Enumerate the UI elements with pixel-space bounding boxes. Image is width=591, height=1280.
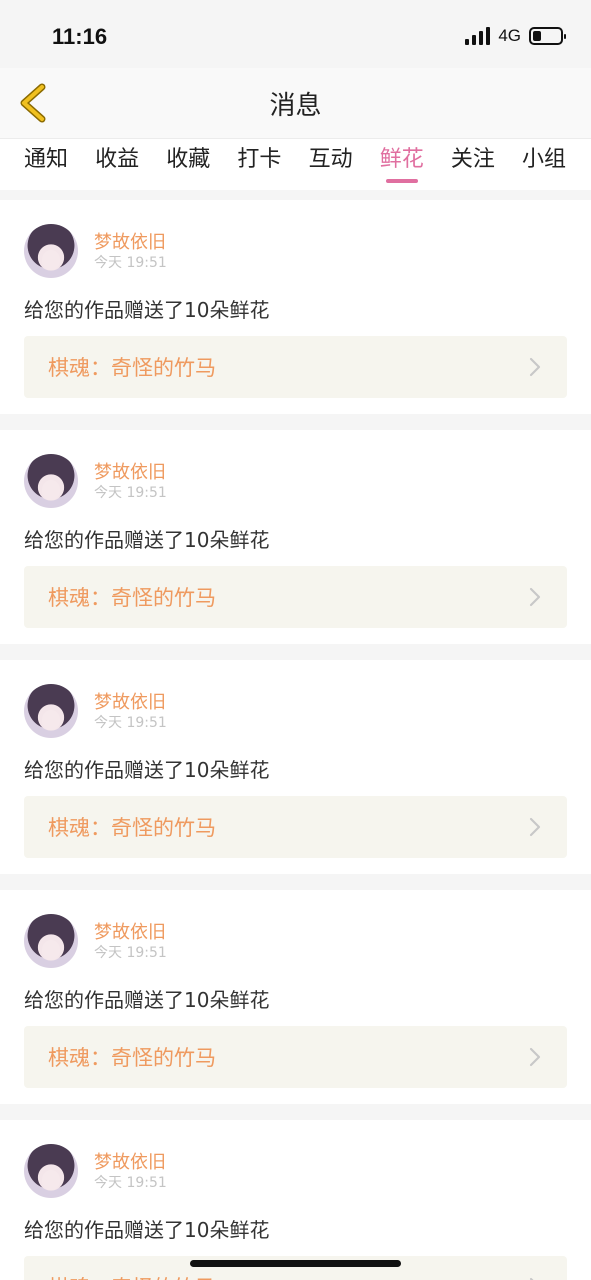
message-time: 今天 19:51 bbox=[94, 715, 167, 731]
page-title: 消息 bbox=[269, 90, 322, 121]
message-text: 给您的作品赠送了10朵鲜花 bbox=[24, 1218, 270, 1242]
tab-6[interactable]: 关注 bbox=[451, 145, 495, 185]
tab-2[interactable]: 收藏 bbox=[166, 145, 210, 185]
message-list: 梦故依旧 今天 19:51 给您的作品赠送了10朵鲜花 棋魂： 奇怪的竹马 梦故… bbox=[0, 190, 591, 1280]
status-indicators: 4G bbox=[465, 26, 566, 46]
work-title: 奇怪的竹马 bbox=[111, 1272, 216, 1280]
tab-label: 关注 bbox=[450, 147, 495, 172]
home-indicator[interactable] bbox=[190, 1260, 401, 1267]
back-button[interactable] bbox=[14, 82, 50, 124]
work-category: 棋魂： bbox=[48, 1046, 111, 1070]
avatar[interactable] bbox=[24, 684, 78, 738]
status-time: 11:16 bbox=[52, 24, 108, 49]
message-card: 梦故依旧 今天 19:51 给您的作品赠送了10朵鲜花 棋魂： 奇怪的竹马 bbox=[0, 890, 591, 1104]
avatar[interactable] bbox=[24, 454, 78, 508]
message-text: 给您的作品赠送了10朵鲜花 bbox=[24, 758, 270, 782]
chevron-left-icon bbox=[20, 83, 46, 123]
tab-7[interactable]: 小组 bbox=[522, 145, 566, 185]
message-time: 今天 19:51 bbox=[94, 945, 167, 961]
tab-label: 小组 bbox=[521, 147, 566, 172]
message-text: 给您的作品赠送了10朵鲜花 bbox=[24, 298, 270, 322]
message-time: 今天 19:51 bbox=[94, 255, 167, 271]
tab-label: 打卡 bbox=[237, 147, 282, 172]
work-link[interactable]: 棋魂： 奇怪的竹马 bbox=[24, 336, 567, 398]
work-title: 奇怪的竹马 bbox=[111, 356, 216, 380]
network-type: 4G bbox=[498, 26, 521, 45]
tab-1[interactable]: 收益 bbox=[95, 145, 139, 185]
battery-icon bbox=[529, 27, 566, 45]
tab-label: 通知 bbox=[24, 147, 69, 172]
work-category: 棋魂： bbox=[48, 356, 111, 380]
avatar[interactable] bbox=[24, 1144, 78, 1198]
tab-label: 收益 bbox=[95, 147, 140, 172]
active-tab-indicator bbox=[385, 179, 418, 183]
tab-label: 鲜花 bbox=[379, 147, 424, 172]
author-name[interactable]: 梦故依旧 bbox=[94, 228, 166, 254]
author-name[interactable]: 梦故依旧 bbox=[94, 458, 166, 484]
work-title: 奇怪的竹马 bbox=[111, 1046, 216, 1070]
tab-3[interactable]: 打卡 bbox=[237, 145, 281, 185]
work-category: 棋魂： bbox=[48, 816, 111, 840]
message-time: 今天 19:51 bbox=[94, 485, 167, 501]
message-card: 梦故依旧 今天 19:51 给您的作品赠送了10朵鲜花 棋魂： 奇怪的竹马 bbox=[0, 1120, 591, 1280]
message-card: 梦故依旧 今天 19:51 给您的作品赠送了10朵鲜花 棋魂： 奇怪的竹马 bbox=[0, 430, 591, 644]
tab-label: 收藏 bbox=[166, 147, 211, 172]
work-link[interactable]: 棋魂： 奇怪的竹马 bbox=[24, 566, 567, 628]
chevron-right-icon bbox=[529, 817, 541, 837]
chevron-right-icon bbox=[529, 587, 541, 607]
battery-level bbox=[533, 31, 541, 41]
work-link[interactable]: 棋魂： 奇怪的竹马 bbox=[24, 796, 567, 858]
message-text: 给您的作品赠送了10朵鲜花 bbox=[24, 528, 270, 552]
work-title: 奇怪的竹马 bbox=[111, 816, 216, 840]
message-text: 给您的作品赠送了10朵鲜花 bbox=[24, 988, 270, 1012]
work-link[interactable]: 棋魂： 奇怪的竹马 bbox=[24, 1026, 567, 1088]
avatar[interactable] bbox=[24, 914, 78, 968]
work-title: 奇怪的竹马 bbox=[111, 586, 216, 610]
author-name[interactable]: 梦故依旧 bbox=[94, 1148, 166, 1174]
message-card: 梦故依旧 今天 19:51 给您的作品赠送了10朵鲜花 棋魂： 奇怪的竹马 bbox=[0, 200, 591, 414]
signal-icon bbox=[465, 27, 491, 45]
work-category: 棋魂： bbox=[48, 586, 111, 610]
chevron-right-icon bbox=[529, 357, 541, 377]
tab-0[interactable]: 通知 bbox=[24, 145, 68, 185]
tab-bar: 通知 收益 收藏 打卡 互动 鲜花 关注 小组 bbox=[0, 138, 591, 190]
chevron-right-icon bbox=[529, 1047, 541, 1067]
tab-4[interactable]: 互动 bbox=[309, 145, 353, 185]
avatar[interactable] bbox=[24, 224, 78, 278]
author-name[interactable]: 梦故依旧 bbox=[94, 918, 166, 944]
status-bar: 11:16 4G bbox=[0, 0, 591, 68]
chevron-right-icon bbox=[529, 1277, 534, 1280]
author-name[interactable]: 梦故依旧 bbox=[94, 688, 166, 714]
navigation-bar: 消息 bbox=[0, 68, 591, 138]
message-time: 今天 19:51 bbox=[94, 1175, 167, 1191]
tab-5[interactable]: 鲜花 bbox=[380, 145, 424, 185]
tab-label: 互动 bbox=[308, 147, 353, 172]
message-card: 梦故依旧 今天 19:51 给您的作品赠送了10朵鲜花 棋魂： 奇怪的竹马 bbox=[0, 660, 591, 874]
work-category: 棋魂： bbox=[48, 1272, 111, 1280]
